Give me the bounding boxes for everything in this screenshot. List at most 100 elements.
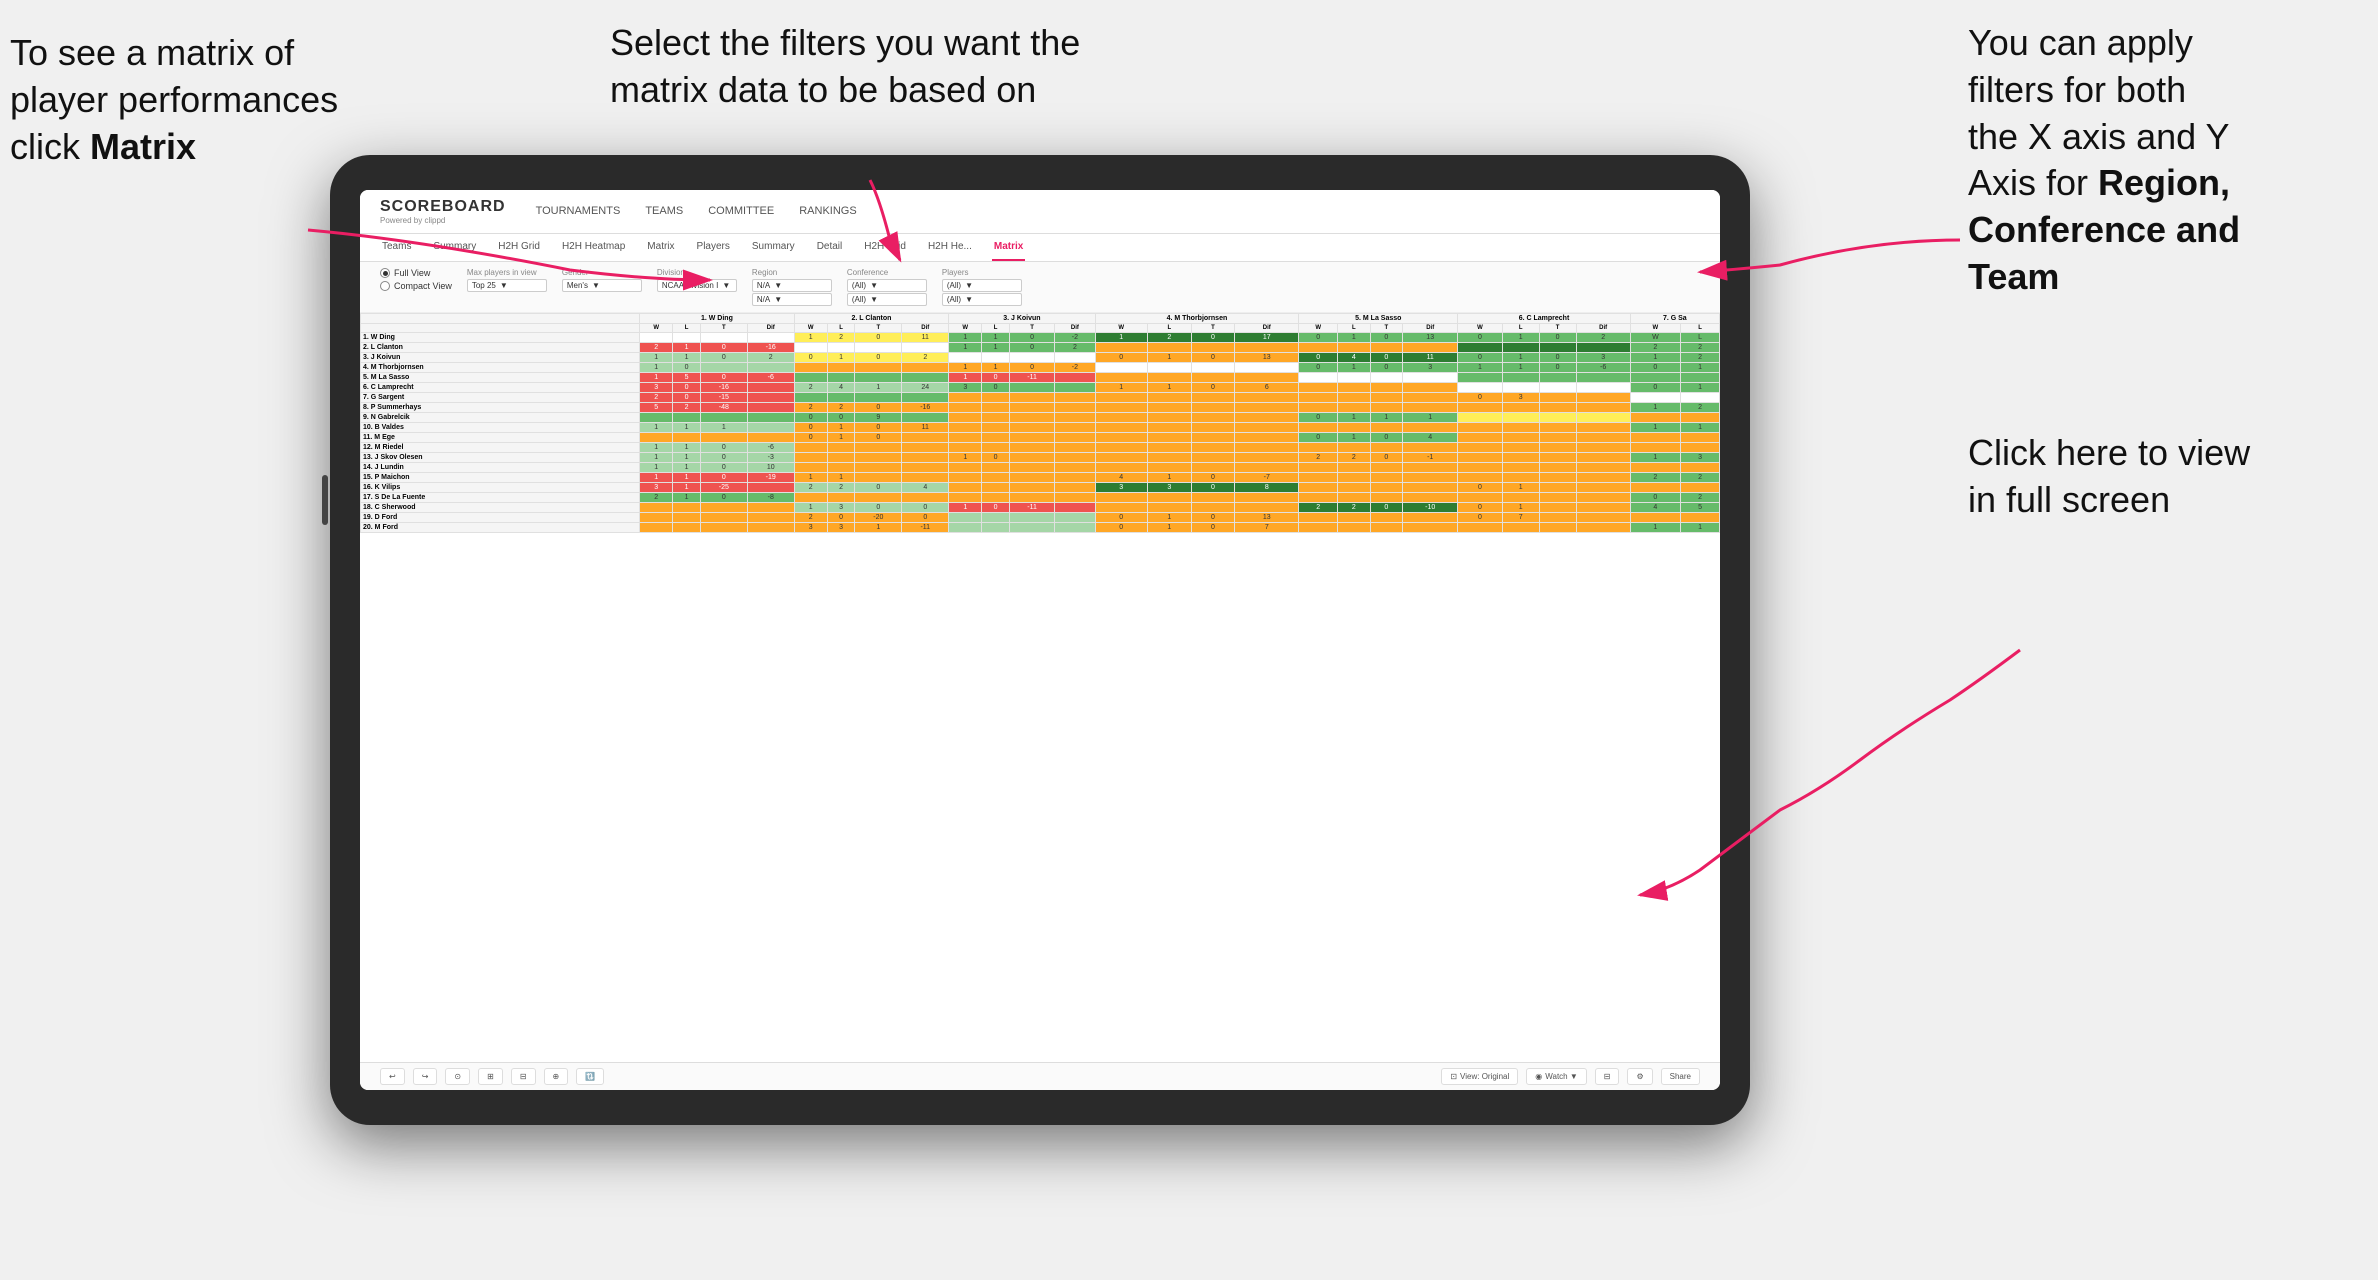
matrix-cell	[1458, 383, 1502, 393]
matrix-cell	[982, 513, 1010, 523]
matrix-cell	[1630, 393, 1680, 403]
filter-division-select[interactable]: NCAA Division I ▼	[657, 279, 737, 292]
tab-matrix[interactable]: Matrix	[645, 234, 676, 261]
nav-tournaments[interactable]: TOURNAMENTS	[536, 201, 621, 223]
filter-region-select2[interactable]: N/A ▼	[752, 293, 832, 306]
matrix-cell: 2	[640, 393, 673, 403]
ann-left-line2: player performances	[10, 79, 338, 120]
matrix-cell	[700, 413, 747, 423]
tab-summary[interactable]: Summary	[431, 234, 478, 261]
matrix-cell	[673, 413, 701, 423]
filter-gender-select[interactable]: Men's ▼	[562, 279, 642, 292]
matrix-cell: 0	[1630, 493, 1680, 503]
matrix-cell	[1539, 523, 1576, 533]
annotation-right-bottom: Click here to view in full screen	[1968, 430, 2348, 524]
tab-detail[interactable]: Detail	[815, 234, 845, 261]
matrix-cell: 0	[1539, 353, 1576, 363]
matrix-cell	[855, 363, 902, 373]
toolbar-redo[interactable]: ↪	[413, 1068, 438, 1085]
filter-conference-select1[interactable]: (All) ▼	[847, 279, 927, 292]
matrix-cell	[1147, 443, 1191, 453]
nav-items: TOURNAMENTS TEAMS COMMITTEE RANKINGS	[536, 201, 857, 223]
matrix-cell: 0	[982, 373, 1010, 383]
tab-teams[interactable]: Teams	[380, 234, 413, 261]
toolbar-undo[interactable]: ↩	[380, 1068, 405, 1085]
tab-h2h-grid[interactable]: H2H Grid	[496, 234, 542, 261]
nav-committee[interactable]: COMMITTEE	[708, 201, 774, 223]
row-header-19: 20. M Ford	[361, 523, 640, 533]
tab-players[interactable]: Players	[695, 234, 732, 261]
matrix-cell	[1235, 433, 1299, 443]
filter-max-players-select[interactable]: Top 25 ▼	[467, 279, 547, 292]
matrix-cell: L	[1681, 333, 1720, 343]
view-compact[interactable]: Compact View	[380, 281, 452, 291]
matrix-cell	[1338, 473, 1370, 483]
matrix-cell: 2	[747, 353, 794, 363]
matrix-cell	[1299, 473, 1338, 483]
filter-region-select1[interactable]: N/A ▼	[752, 279, 832, 292]
matrix-cell: 0	[902, 503, 949, 513]
matrix-cell	[982, 423, 1010, 433]
matrix-cell: 1	[1681, 363, 1720, 373]
tablet-device: SCOREBOARD Powered by clippd TOURNAMENTS…	[330, 155, 1750, 1125]
matrix-cell	[700, 503, 747, 513]
matrix-cell: 1	[1147, 473, 1191, 483]
filter-players-select1[interactable]: (All) ▼	[942, 279, 1022, 292]
matrix-cell	[1009, 493, 1054, 503]
matrix-cell	[747, 503, 794, 513]
nav-teams[interactable]: TEAMS	[645, 201, 683, 223]
matrix-cell	[794, 463, 827, 473]
matrix-cell	[1502, 413, 1539, 423]
matrix-cell: 1	[1338, 433, 1370, 443]
toolbar-add[interactable]: ⊕	[544, 1068, 569, 1085]
filter-conference-select2[interactable]: (All) ▼	[847, 293, 927, 306]
matrix-cell: 0	[1095, 513, 1147, 523]
radio-compact[interactable]	[380, 281, 390, 291]
toolbar-refresh[interactable]: ⊙	[445, 1068, 470, 1085]
matrix-cell	[1370, 513, 1402, 523]
toolbar-expand[interactable]: ⊞	[478, 1068, 503, 1085]
toolbar-share[interactable]: Share	[1661, 1068, 1700, 1085]
row-header-12: 13. J Skov Olesen	[361, 453, 640, 463]
sub-header-Dif: Dif	[1576, 324, 1630, 333]
matrix-cell: 0	[1299, 433, 1338, 443]
matrix-cell	[1458, 343, 1502, 353]
matrix-cell	[1235, 363, 1299, 373]
col-header-2: 3. J Koivun	[949, 314, 1095, 324]
row-header-11: 12. M Riedel	[361, 443, 640, 453]
toolbar-view-original[interactable]: ⊡ View: Original	[1441, 1068, 1518, 1085]
matrix-cell: 5	[673, 373, 701, 383]
matrix-cell: 0	[855, 333, 902, 343]
toolbar-collapse[interactable]: ⊟	[511, 1068, 536, 1085]
matrix-cell: 3	[1095, 483, 1147, 493]
matrix-cell: 3	[640, 383, 673, 393]
matrix-cell	[1299, 393, 1338, 403]
matrix-cell: 3	[1681, 453, 1720, 463]
matrix-cell	[949, 513, 982, 523]
tab-summary2[interactable]: Summary	[750, 234, 797, 261]
toolbar-rotate[interactable]: 🔃	[576, 1068, 604, 1085]
toolbar-watch[interactable]: ◉ Watch ▼	[1526, 1068, 1587, 1085]
tab-h2h-he[interactable]: H2H He...	[926, 234, 974, 261]
matrix-cell	[1009, 383, 1054, 393]
matrix-cell: 0	[1370, 453, 1402, 463]
matrix-cell: 0	[700, 473, 747, 483]
row-header-1: 2. L Clanton	[361, 343, 640, 353]
matrix-cell	[1147, 393, 1191, 403]
tab-h2h-heatmap[interactable]: H2H Heatmap	[560, 234, 627, 261]
matrix-cell	[1630, 413, 1680, 423]
filter-division: Division NCAA Division I ▼	[657, 268, 737, 292]
view-full[interactable]: Full View	[380, 268, 452, 278]
matrix-cell: 13	[1403, 333, 1458, 343]
matrix-cell	[1299, 373, 1338, 383]
toolbar-settings[interactable]: ⚙	[1627, 1068, 1652, 1085]
toolbar-screen[interactable]: ⊟	[1595, 1068, 1620, 1085]
matrix-cell: 0	[1630, 383, 1680, 393]
filter-players-select2[interactable]: (All) ▼	[942, 293, 1022, 306]
radio-full[interactable]	[380, 268, 390, 278]
matrix-cell	[949, 483, 982, 493]
tab-matrix-active[interactable]: Matrix	[992, 234, 1025, 261]
tab-h2h-grid2[interactable]: H2H Grid	[862, 234, 908, 261]
nav-rankings[interactable]: RANKINGS	[799, 201, 856, 223]
matrix-cell	[1370, 523, 1402, 533]
